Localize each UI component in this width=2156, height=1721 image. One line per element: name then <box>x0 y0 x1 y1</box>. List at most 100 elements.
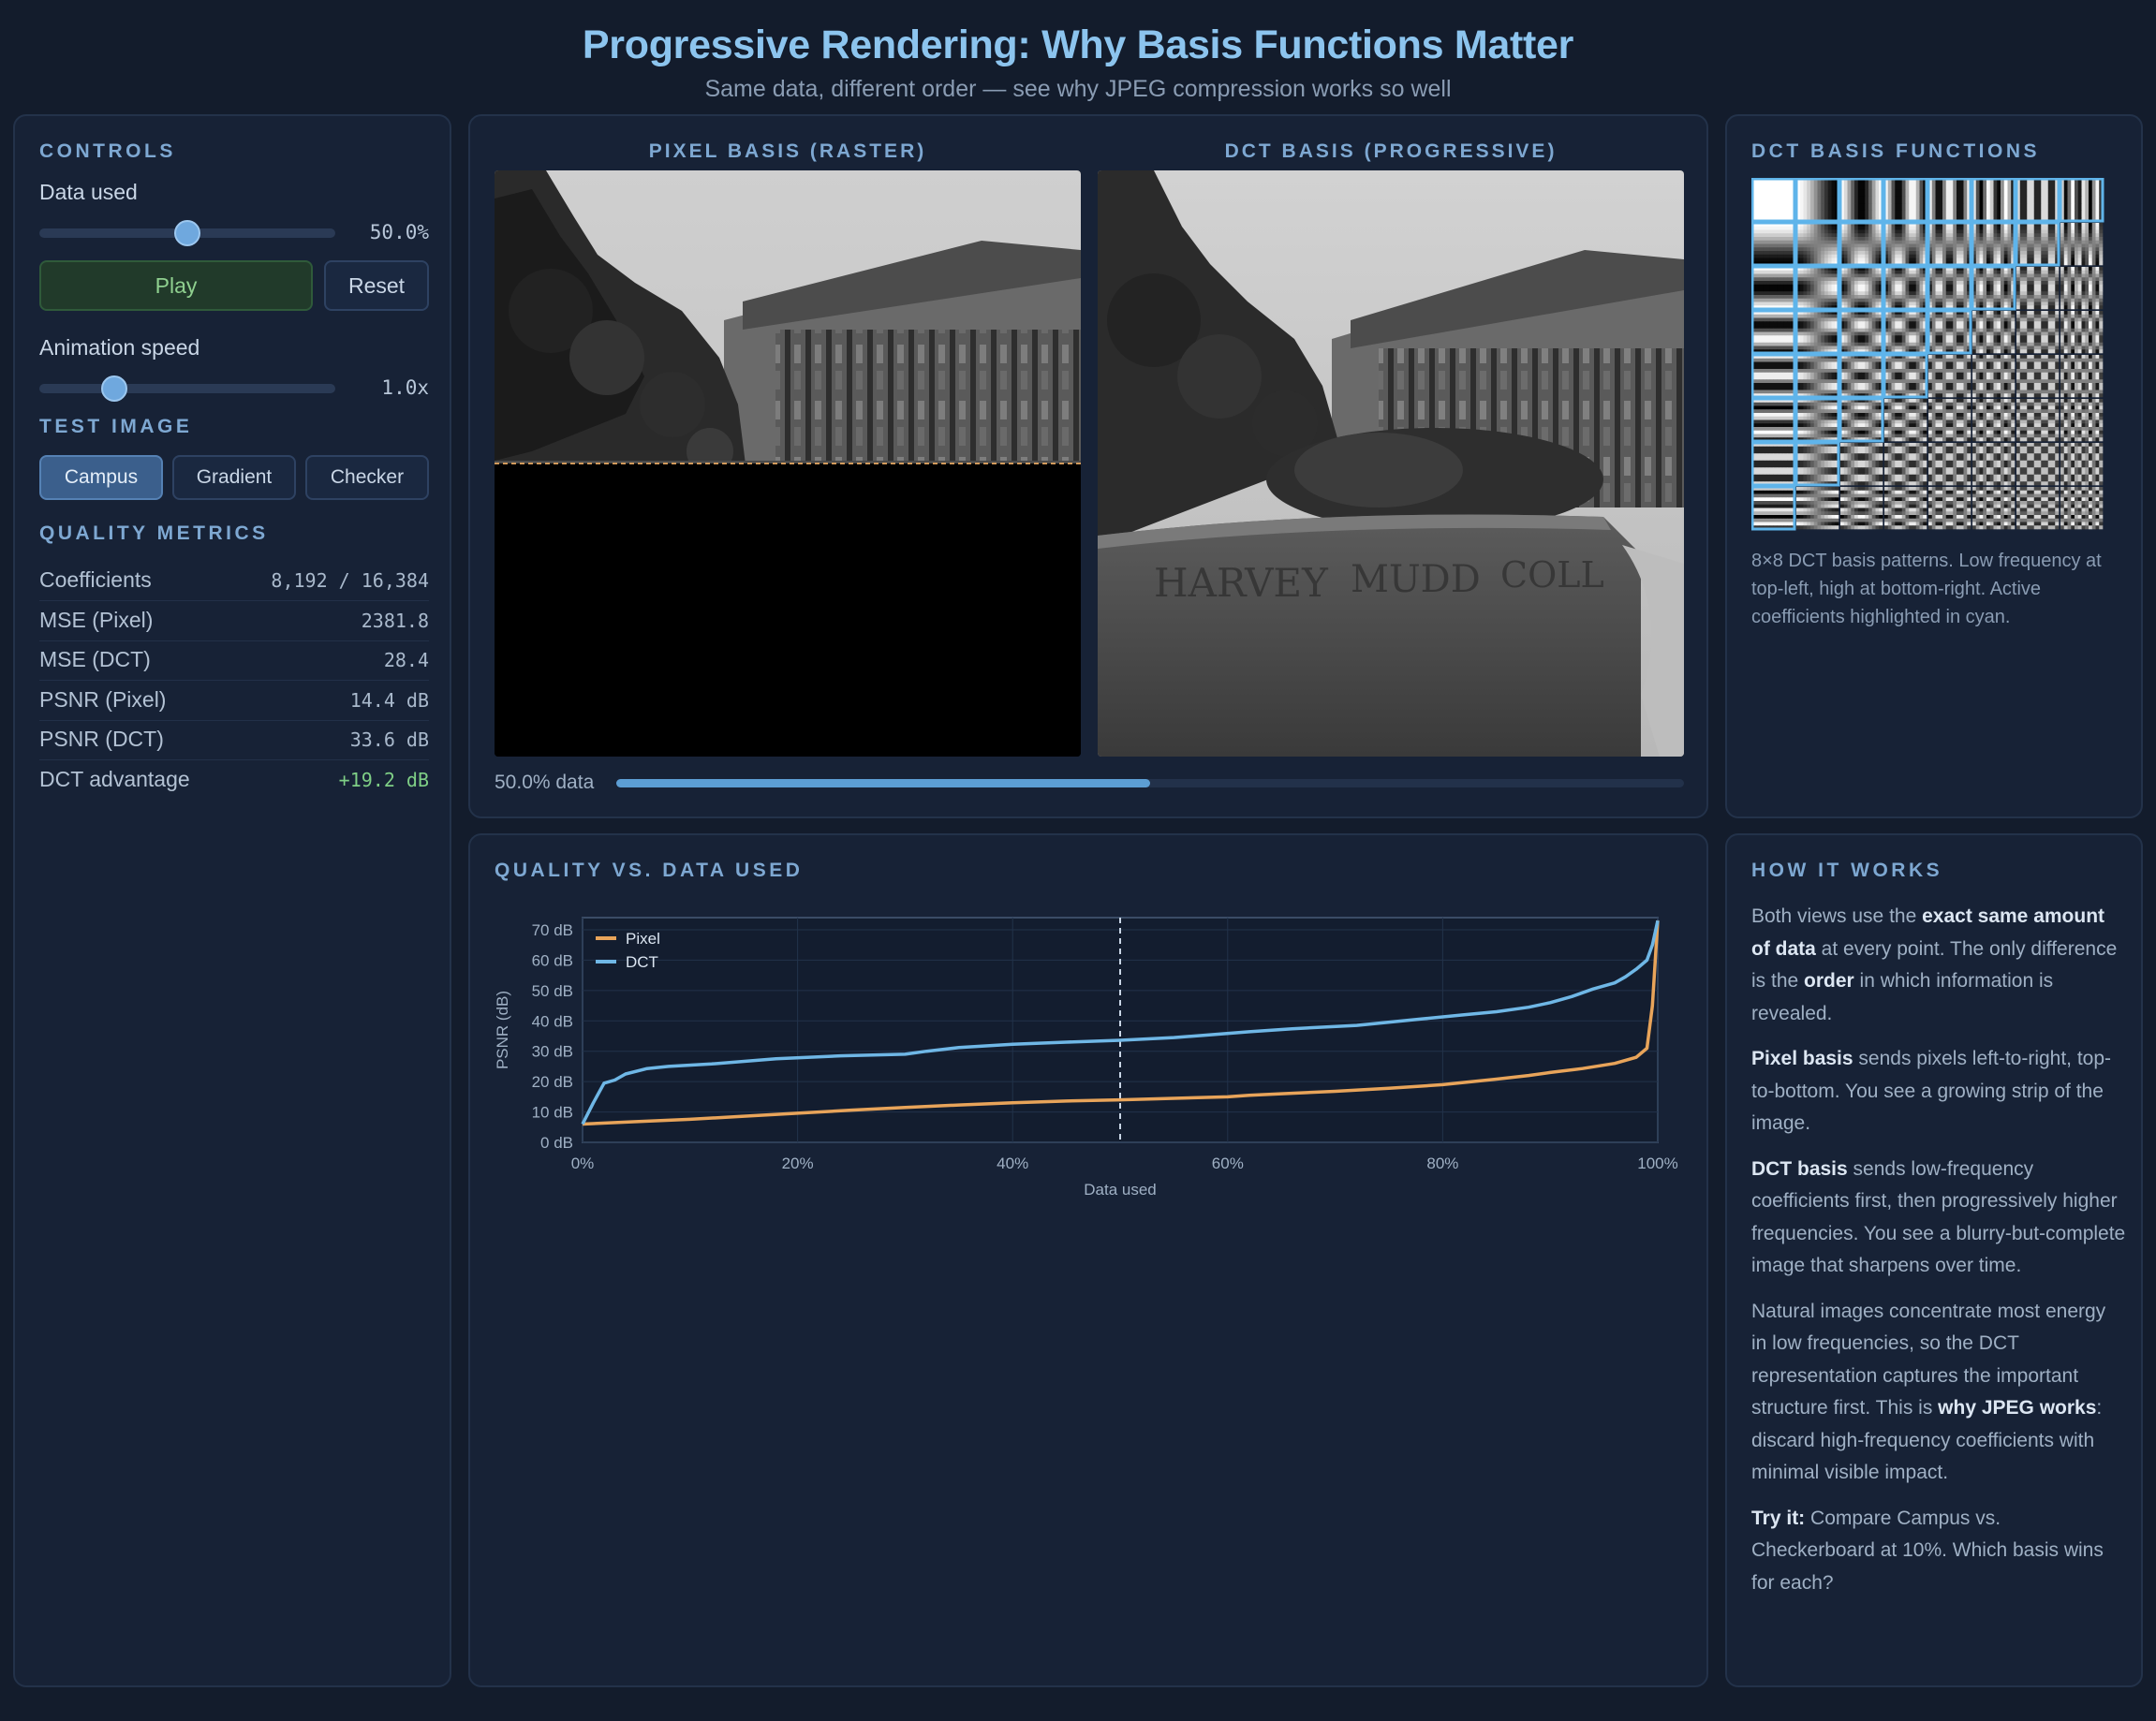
dct-basis-cell <box>1839 309 1884 355</box>
test-image-title: TEST IMAGE <box>39 416 193 437</box>
data-used-slider-thumb[interactable] <box>174 220 200 246</box>
test-image-checker-button[interactable]: Checker <box>305 455 429 500</box>
x-axis-label: Data used <box>1084 1181 1157 1199</box>
dct-basis-cell <box>1928 355 1971 398</box>
dct-basis-cell <box>1927 265 1972 311</box>
x-tick-label: 20% <box>782 1155 814 1172</box>
how-it-works-title: HOW IT WORKS <box>1751 860 1943 881</box>
header: Progressive Rendering: Why Basis Functio… <box>0 0 2156 103</box>
dct-basis-cell <box>1972 443 2016 486</box>
data-used-slider[interactable] <box>39 220 335 246</box>
metric-row: PSNR (DCT) 33.6 dB <box>39 721 429 760</box>
dct-basis-cell <box>2016 355 2060 398</box>
dct-basis-panel: DCT BASIS FUNCTIONS 8×8 DCT basis patter… <box>1725 114 2143 818</box>
psnr-chart: 0 dB 10 dB 20 dB 30 dB 40 dB 50 dB 60 dB 70 dB 0… <box>494 917 1678 1199</box>
dct-basis-cell <box>1751 353 1796 399</box>
metric-value: 2381.8 <box>361 609 429 632</box>
pixel-basis-render <box>495 170 1081 757</box>
y-tick-label: 50 dB <box>532 982 573 1000</box>
x-tick-label: 40% <box>997 1155 1028 1172</box>
reset-button[interactable]: Reset <box>324 260 429 311</box>
metric-value: 33.6 dB <box>349 728 429 751</box>
play-button[interactable]: Play <box>39 260 313 311</box>
dct-basis-cell <box>1839 265 1884 311</box>
x-tick-label: 80% <box>1426 1155 1458 1172</box>
dct-basis-cell <box>1839 221 1884 267</box>
dct-basis-cell <box>1883 309 1928 355</box>
dct-basis-cell <box>1928 399 1971 442</box>
metric-label: Coefficients <box>39 567 152 592</box>
dct-basis-cell <box>1794 265 1840 311</box>
quality-metrics-title: QUALITY METRICS <box>39 522 269 544</box>
dct-basis-cell <box>1751 397 1796 443</box>
dct-basis-cell <box>1928 487 1971 530</box>
dct-basis-cell <box>1751 265 1796 311</box>
dct-basis-cell <box>1796 487 1839 530</box>
dct-basis-cell <box>1794 441 1840 487</box>
legend-label-dct: DCT <box>626 953 658 971</box>
how-paragraph-2: Pixel basis sends pixels left-to-right, … <box>1751 1048 2112 1134</box>
dct-basis-cell <box>1839 178 1884 223</box>
dct-basis-cell <box>1972 399 2016 442</box>
quality-metrics-list: Coefficients 8,192 / 16,384 MSE (Pixel) 238… <box>39 562 429 805</box>
dct-basis-cell <box>2016 399 2060 442</box>
dct-basis-cell <box>1971 221 2016 267</box>
dct-basis-cell <box>1884 399 1927 442</box>
views-panel: PIXEL BASIS (RASTER) DCT BASIS (PROGRESS… <box>468 114 1708 818</box>
dct-basis-cell <box>1927 309 1972 355</box>
dct-basis-cell <box>1884 443 1927 486</box>
test-image-gradient-button[interactable]: Gradient <box>172 455 296 500</box>
test-image-campus-button[interactable]: Campus <box>39 455 163 500</box>
dct-basis-cell <box>1751 485 1796 531</box>
dct-basis-cell <box>1839 397 1884 443</box>
dct-basis-cell <box>1839 353 1884 399</box>
dct-basis-cell <box>1794 221 1840 267</box>
legend-label-pixel: Pixel <box>626 930 660 948</box>
dct-basis-cell <box>2060 311 2104 354</box>
dct-basis-cell <box>1840 443 1883 486</box>
dct-basis-cell <box>1883 265 1928 311</box>
dct-basis-cell <box>2016 487 2060 530</box>
dct-basis-cell <box>1794 353 1840 399</box>
dct-basis-cell <box>1971 265 2016 311</box>
y-tick-label: 40 dB <box>532 1012 573 1030</box>
dct-basis-grid <box>1751 178 2104 531</box>
how-it-works-panel: HOW IT WORKS Both views use the exact sa… <box>1725 833 2143 1687</box>
dct-basis-cell <box>2016 311 2060 354</box>
progress-bar <box>616 779 1684 787</box>
data-used-label: Data used <box>39 180 138 204</box>
y-tick-label: 30 dB <box>532 1043 573 1061</box>
dct-basis-cell <box>2060 355 2104 398</box>
controls-panel: CONTROLS Data used 50.0% Play Reset Anim… <box>13 114 451 1687</box>
dct-basis-cell <box>2060 487 2104 530</box>
animation-speed-slider-thumb[interactable] <box>101 375 128 402</box>
how-paragraph-5: Try it: Compare Campus vs. Checkerboard … <box>1751 1507 2104 1594</box>
dct-basis-cell <box>1751 441 1796 487</box>
metric-row: MSE (DCT) 28.4 <box>39 641 429 681</box>
dct-basis-cell <box>2015 221 2060 267</box>
pixel-view-title: PIXEL BASIS (RASTER) <box>648 140 927 162</box>
chart-title: QUALITY VS. DATA USED <box>495 860 804 881</box>
progress-label: 50.0% data <box>495 772 595 793</box>
animation-speed-value: 1.0x <box>381 376 429 399</box>
dct-basis-image: HARVEY MUDD COLL <box>1098 170 1684 757</box>
animation-speed-slider[interactable] <box>39 375 335 402</box>
metric-row: PSNR (Pixel) 14.4 dB <box>39 682 429 721</box>
y-tick-label: 10 dB <box>532 1104 573 1122</box>
y-tick-label: 70 dB <box>532 921 573 939</box>
dct-basis-cell <box>2060 223 2104 266</box>
dct-view-title: DCT BASIS (PROGRESSIVE) <box>1224 140 1558 162</box>
metric-value: 28.4 <box>383 649 429 671</box>
dct-basis-cell <box>1883 221 1928 267</box>
metric-row: MSE (Pixel) 2381.8 <box>39 602 429 641</box>
dct-basis-title: DCT BASIS FUNCTIONS <box>1751 140 2040 162</box>
dct-basis-cell <box>1972 487 2016 530</box>
page-title: Progressive Rendering: Why Basis Functio… <box>582 22 1574 67</box>
dct-basis-cell <box>1794 397 1840 443</box>
dct-basis-cell <box>1883 353 1928 399</box>
dct-basis-cell <box>1972 355 2016 398</box>
metric-row: DCT advantage +19.2 dB <box>39 761 429 801</box>
svg-text:HARVEY: HARVEY <box>1154 560 1329 606</box>
metric-value: 8,192 / 16,384 <box>271 569 429 592</box>
metric-label: DCT advantage <box>39 766 190 791</box>
